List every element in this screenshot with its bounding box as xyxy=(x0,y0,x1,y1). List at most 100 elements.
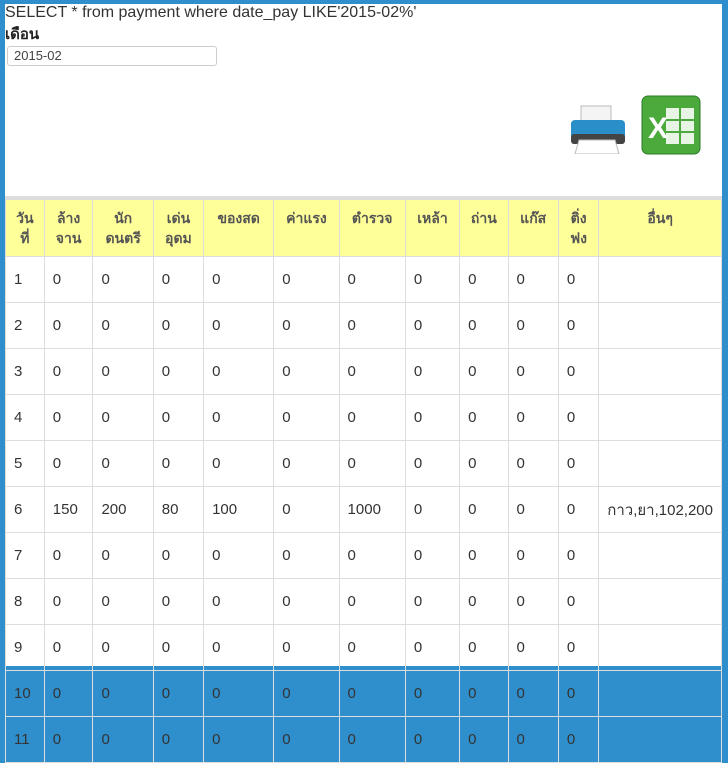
table-cell: 1000 xyxy=(338,486,406,533)
table-cell: 0 xyxy=(273,716,340,763)
table-cell: 0 xyxy=(507,716,559,763)
table-cell: 0 xyxy=(273,532,340,579)
table-cell: 0 xyxy=(507,394,559,441)
table-cell: 0 xyxy=(338,624,406,671)
table-cell: 0 xyxy=(203,394,275,441)
table-cell: 0 xyxy=(273,394,340,441)
column-header: นัก ดนตรี xyxy=(92,196,154,257)
table-cell: 0 xyxy=(203,532,275,579)
table-cell: 0 xyxy=(557,256,600,303)
table-cell: 0 xyxy=(338,440,406,487)
table-cell: 0 xyxy=(557,624,600,671)
table-cell: 0 xyxy=(404,302,461,349)
table-cell xyxy=(598,302,722,349)
table-cell: 0 xyxy=(459,716,509,763)
table-cell: 0 xyxy=(338,578,406,625)
table-cell: กาว,ยา,102,200 xyxy=(598,486,722,533)
table-row: 10000000000 xyxy=(5,256,722,303)
table-cell: 0 xyxy=(338,256,406,303)
table-cell: 0 xyxy=(203,624,275,671)
table-cell: 0 xyxy=(43,578,94,625)
table-cell: 0 xyxy=(404,486,461,533)
table-cell: 0 xyxy=(203,302,275,349)
table-cell: 0 xyxy=(92,302,154,349)
table-cell: 0 xyxy=(404,716,461,763)
table-cell: 0 xyxy=(43,302,94,349)
table-cell: 0 xyxy=(507,302,559,349)
table-cell: 0 xyxy=(203,716,275,763)
table-cell: 0 xyxy=(152,624,205,671)
table-cell xyxy=(598,532,722,579)
table-row: 11 0 0 0 0 0 0 0 0 0 0 xyxy=(5,716,722,763)
table-cell: 0 xyxy=(152,440,205,487)
table-cell: 0 xyxy=(557,394,600,441)
table-cell: 0 xyxy=(92,532,154,579)
table-cell: 0 xyxy=(459,578,509,625)
table-cell: 7 xyxy=(5,532,45,579)
table-cell: 0 xyxy=(557,302,600,349)
table-cell: 0 xyxy=(338,716,406,763)
table-cell: 0 xyxy=(203,348,275,395)
table-cell: 0 xyxy=(459,532,509,579)
table-cell: 4 xyxy=(5,394,45,441)
table-cell: 0 xyxy=(152,348,205,395)
table-cell: 0 xyxy=(557,578,600,625)
column-header: ถ่าน xyxy=(459,196,509,257)
table-cell: 0 xyxy=(404,256,461,303)
table-cell: 0 xyxy=(338,394,406,441)
table-cell: 0 xyxy=(43,670,94,717)
table-cell xyxy=(598,394,722,441)
table-cell: 0 xyxy=(557,440,600,487)
excel-icon[interactable]: X xyxy=(640,94,702,156)
table-row: 20000000000 xyxy=(5,302,722,349)
printer-icon[interactable] xyxy=(567,104,629,154)
table-cell: 0 xyxy=(459,302,509,349)
column-header: ติ่ง ฟง xyxy=(557,196,600,257)
table-cell: 0 xyxy=(507,578,559,625)
table-cell: 1 xyxy=(5,256,45,303)
table-cell xyxy=(598,348,722,395)
table-cell xyxy=(598,624,722,671)
table-cell: 0 xyxy=(557,486,600,533)
table-cell: 0 xyxy=(273,486,340,533)
table-cell: 0 xyxy=(273,302,340,349)
table-cell: 10 xyxy=(5,670,45,717)
table-cell: 150 xyxy=(43,486,94,533)
column-header: เหล้า xyxy=(404,196,461,257)
month-input[interactable] xyxy=(7,46,217,66)
table-cell: 0 xyxy=(152,670,205,717)
column-header: ของสด xyxy=(203,196,275,257)
table-row: 6 150 200 80 100 0 1000 0 0 0 0 กาว,ยา,102,200 xyxy=(5,486,722,533)
table-cell: 0 xyxy=(507,670,559,717)
table-cell: 0 xyxy=(92,348,154,395)
table-cell: 0 xyxy=(459,486,509,533)
column-header: ตำรวจ xyxy=(338,196,406,257)
table-cell xyxy=(598,256,722,303)
table-cell: 0 xyxy=(92,394,154,441)
table-cell: 0 xyxy=(203,670,275,717)
table-cell: 0 xyxy=(557,532,600,579)
table-cell: 0 xyxy=(92,670,154,717)
table-cell: 0 xyxy=(152,578,205,625)
table-cell: 2 xyxy=(5,302,45,349)
table-cell: 0 xyxy=(152,394,205,441)
payment-table: วัน ที่ ล้าง จาน นัก ดนตรี เด่น อุดม ของสด ค่… xyxy=(5,196,722,763)
table-cell: 9 xyxy=(5,624,45,671)
table-cell: 0 xyxy=(557,716,600,763)
table-cell: 0 xyxy=(404,532,461,579)
table-cell: 0 xyxy=(203,256,275,303)
table-cell: 0 xyxy=(338,348,406,395)
table-cell: 3 xyxy=(5,348,45,395)
table-cell: 0 xyxy=(273,348,340,395)
table-cell: 0 xyxy=(273,624,340,671)
table-cell: 0 xyxy=(404,670,461,717)
table-cell: 0 xyxy=(557,348,600,395)
table-cell: 0 xyxy=(404,348,461,395)
table-cell: 0 xyxy=(338,670,406,717)
table-cell: 11 xyxy=(5,716,45,763)
table-cell: 0 xyxy=(273,440,340,487)
table-cell: 0 xyxy=(92,256,154,303)
table-cell: 0 xyxy=(404,624,461,671)
table-cell: 0 xyxy=(273,578,340,625)
table-cell: 0 xyxy=(152,302,205,349)
